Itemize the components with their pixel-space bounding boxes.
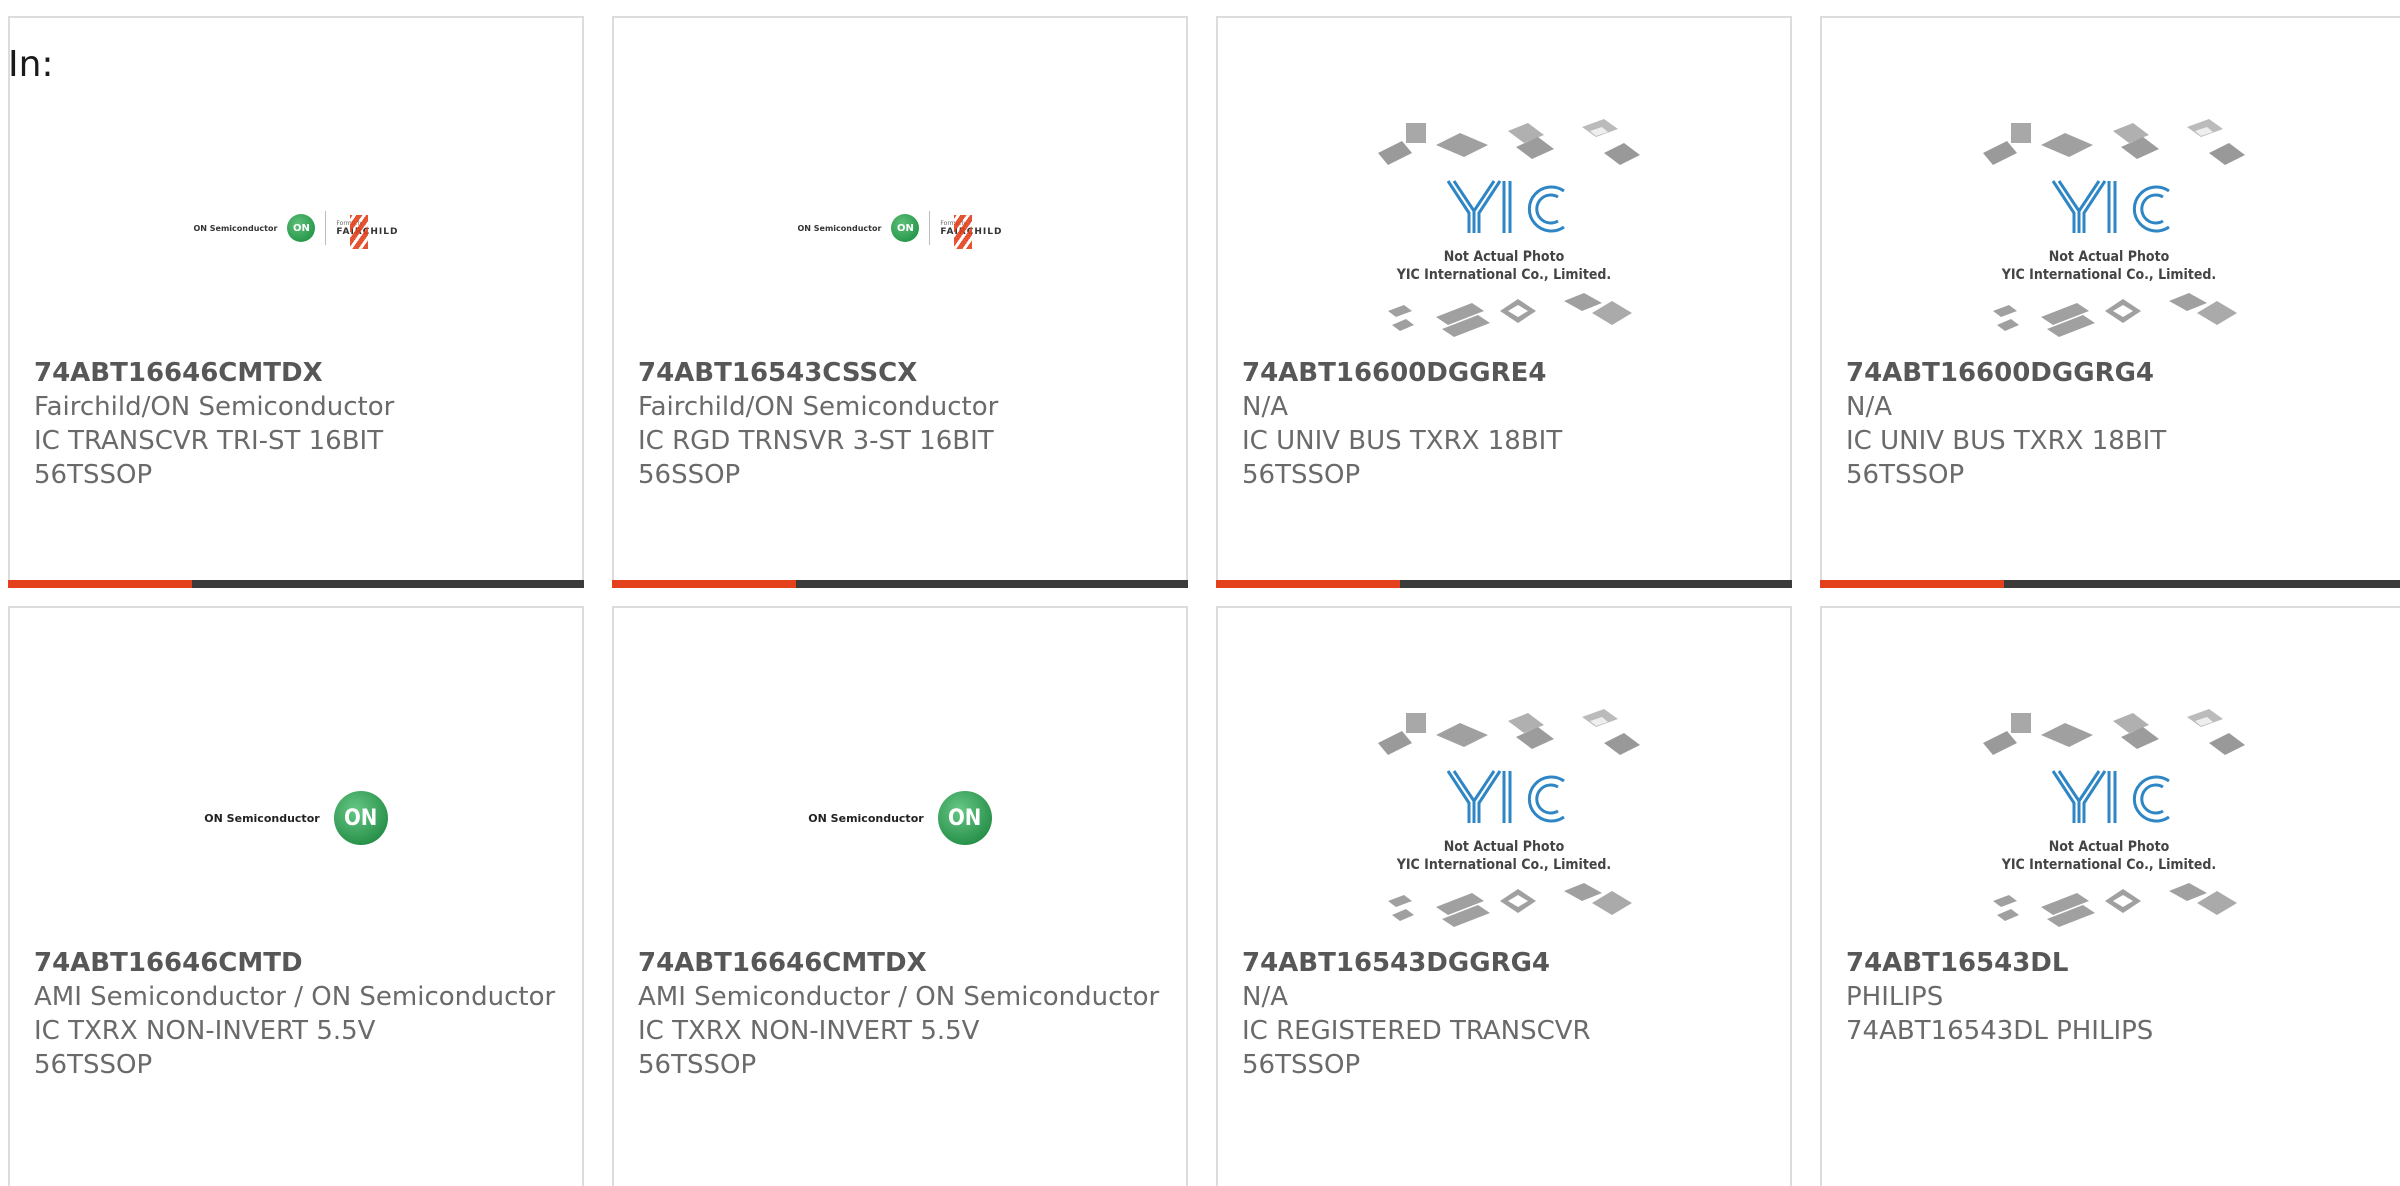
yic-placeholder-image: Not Actual Photo YIC International Co., … bbox=[1822, 88, 2396, 368]
fairchild-stripe-icon bbox=[954, 214, 973, 249]
yic-placeholder-icon: Not Actual Photo YIC International Co., … bbox=[1983, 709, 2245, 927]
part-number[interactable]: 74ABT16600DGGRG4 bbox=[1846, 356, 2382, 390]
filter-label: In: bbox=[8, 44, 54, 85]
yic-placeholder-image: Not Actual Photo YIC International Co., … bbox=[1218, 678, 1790, 958]
yic-placeholder-image: Not Actual Photo YIC International Co., … bbox=[1822, 678, 2396, 958]
caption-line-2: YIC International Co., Limited. bbox=[2001, 857, 2216, 873]
on-semi-text: ON Semiconductor bbox=[204, 811, 320, 825]
card-bottom-bar bbox=[8, 580, 584, 588]
product-card[interactable]: ON Semiconductor ON 74ABT16646CMTDX AMI … bbox=[612, 606, 1188, 1186]
description: IC TXRX NON-INVERT 5.5V bbox=[34, 1016, 376, 1046]
yic-placeholder-icon: Not Actual Photo YIC International Co., … bbox=[1378, 119, 1640, 337]
fairchild-stripe-icon bbox=[350, 214, 369, 249]
on-logo-icon: ON bbox=[287, 214, 316, 242]
on-semi-logo: ON Semiconductor ON bbox=[614, 678, 1186, 958]
description: IC TRANSCVR TRI-ST 16BIT bbox=[34, 426, 384, 456]
card-bottom-bar bbox=[1216, 580, 1792, 588]
fairchild-on-logo: ON Semiconductor ON FormerlyFAIRCHILD bbox=[10, 88, 582, 368]
manufacturer: AMI Semiconductor / ON Semiconductor bbox=[638, 982, 1160, 1012]
description: IC UNIV BUS TXRX 18BIT bbox=[1242, 426, 1563, 456]
caption-line-2: YIC International Co., Limited. bbox=[2001, 267, 2216, 283]
manufacturer: Fairchild/ON Semiconductor bbox=[34, 392, 395, 422]
fairchild-on-logo: ON Semiconductor ON FormerlyFAIRCHILD bbox=[614, 88, 1186, 368]
description: IC TXRX NON-INVERT 5.5V bbox=[638, 1016, 980, 1046]
on-logo-icon: ON bbox=[891, 214, 920, 242]
on-semi-logo: ON Semiconductor ON bbox=[10, 678, 582, 958]
manufacturer: N/A bbox=[1242, 392, 1288, 422]
caption-line-1: Not Actual Photo bbox=[2049, 249, 2170, 265]
card-bottom-bar bbox=[1820, 580, 2400, 588]
manufacturer: N/A bbox=[1242, 982, 1288, 1012]
product-card[interactable]: Not Actual Photo YIC International Co., … bbox=[1820, 606, 2400, 1186]
on-logo-icon: ON bbox=[333, 791, 388, 845]
part-number[interactable]: 74ABT16543CSSCX bbox=[638, 356, 1168, 390]
package: 56SSOP bbox=[638, 460, 741, 490]
package: 56TSSOP bbox=[1846, 460, 1965, 490]
manufacturer: PHILIPS bbox=[1846, 982, 1944, 1012]
card-bottom-bar bbox=[612, 580, 1188, 588]
on-semi-text: ON Semiconductor bbox=[797, 223, 882, 233]
description: IC REGISTERED TRANSCVR bbox=[1242, 1016, 1591, 1046]
product-card[interactable]: ON Semiconductor ON FormerlyFAIRCHILD 74… bbox=[8, 16, 584, 588]
package: 56TSSOP bbox=[34, 1050, 153, 1080]
yic-placeholder-icon: Not Actual Photo YIC International Co., … bbox=[1983, 119, 2245, 337]
yic-placeholder-image: Not Actual Photo YIC International Co., … bbox=[1218, 88, 1790, 368]
caption-line-1: Not Actual Photo bbox=[1444, 839, 1565, 855]
description: IC RGD TRNSVR 3-ST 16BIT bbox=[638, 426, 994, 456]
caption-line-1: Not Actual Photo bbox=[1444, 249, 1565, 265]
caption-line-2: YIC International Co., Limited. bbox=[1396, 267, 1611, 283]
product-card[interactable]: Not Actual Photo YIC International Co., … bbox=[1820, 16, 2400, 588]
package: 56TSSOP bbox=[34, 460, 153, 490]
part-number[interactable]: 74ABT16646CMTDX bbox=[638, 946, 1168, 980]
on-semi-text: ON Semiconductor bbox=[193, 223, 278, 233]
product-card[interactable]: ON Semiconductor ON FormerlyFAIRCHILD 74… bbox=[612, 16, 1188, 588]
manufacturer: N/A bbox=[1846, 392, 1892, 422]
package: 56TSSOP bbox=[638, 1050, 757, 1080]
product-card[interactable]: ON Semiconductor ON 74ABT16646CMTD AMI S… bbox=[8, 606, 584, 1186]
part-number[interactable]: 74ABT16600DGGRE4 bbox=[1242, 356, 1772, 390]
package: 56TSSOP bbox=[1242, 460, 1361, 490]
on-semi-text: ON Semiconductor bbox=[808, 811, 924, 825]
on-logo-icon: ON bbox=[937, 791, 992, 845]
caption-line-2: YIC International Co., Limited. bbox=[1396, 857, 1611, 873]
package: 56TSSOP bbox=[1242, 1050, 1361, 1080]
product-grid: ON Semiconductor ON FormerlyFAIRCHILD 74… bbox=[0, 0, 2400, 1186]
product-card[interactable]: Not Actual Photo YIC International Co., … bbox=[1216, 16, 1792, 588]
description: IC UNIV BUS TXRX 18BIT bbox=[1846, 426, 2167, 456]
part-number[interactable]: 74ABT16646CMTDX bbox=[34, 356, 564, 390]
part-number[interactable]: 74ABT16543DL bbox=[1846, 946, 2382, 980]
product-card[interactable]: Not Actual Photo YIC International Co., … bbox=[1216, 606, 1792, 1186]
part-number[interactable]: 74ABT16543DGGRG4 bbox=[1242, 946, 1772, 980]
description: 74ABT16543DL PHILIPS bbox=[1846, 1016, 2154, 1046]
manufacturer: Fairchild/ON Semiconductor bbox=[638, 392, 999, 422]
manufacturer: AMI Semiconductor / ON Semiconductor bbox=[34, 982, 556, 1012]
part-number[interactable]: 74ABT16646CMTD bbox=[34, 946, 564, 980]
divider bbox=[325, 211, 327, 245]
divider bbox=[929, 211, 931, 245]
caption-line-1: Not Actual Photo bbox=[2049, 839, 2170, 855]
yic-placeholder-icon: Not Actual Photo YIC International Co., … bbox=[1378, 709, 1640, 927]
